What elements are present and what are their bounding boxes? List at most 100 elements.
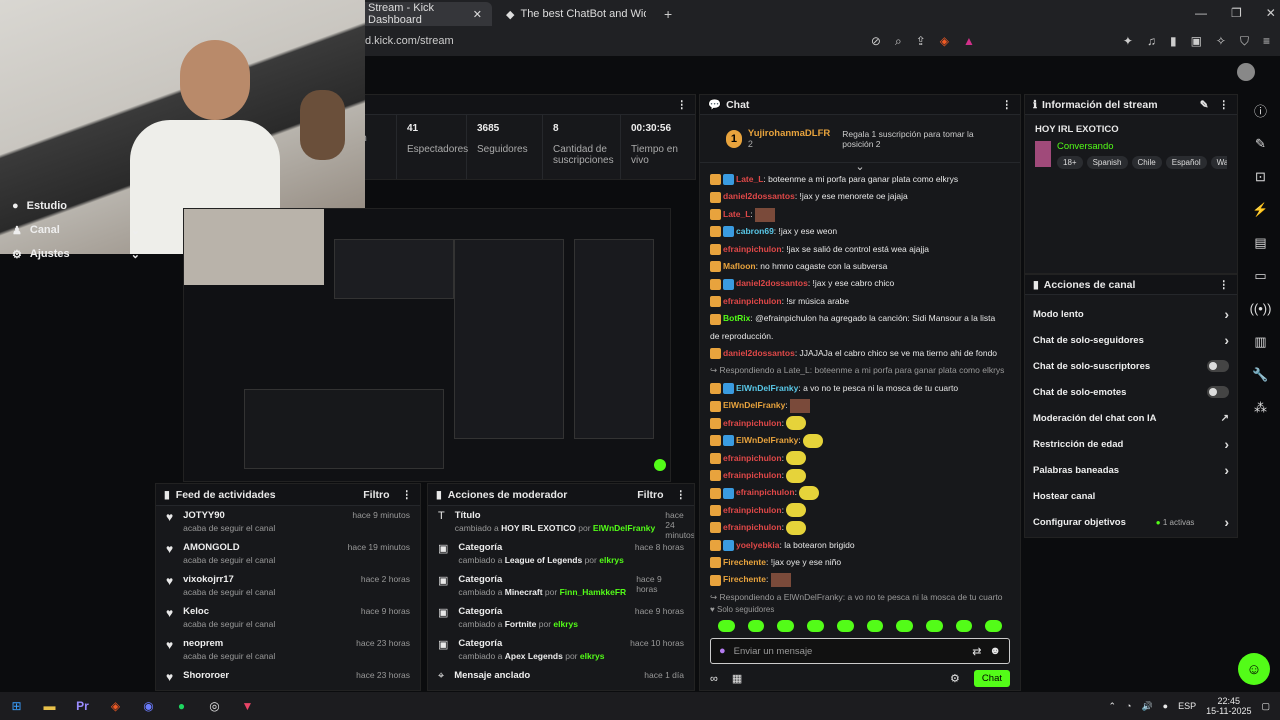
wrench-icon[interactable]: 🔧 (1244, 358, 1277, 391)
chat-username[interactable]: BotRix (723, 313, 750, 323)
rewards-icon[interactable]: ▲ (963, 34, 975, 49)
chat-username[interactable]: yoelyebkia (736, 540, 779, 550)
notification-icon[interactable]: ▢ (1261, 701, 1270, 712)
gear-icon[interactable]: ⚙ (950, 672, 960, 685)
emote-shortcut-icon[interactable] (896, 620, 913, 632)
maximize-icon[interactable]: ❐ (1231, 6, 1242, 20)
channel-action-item[interactable]: Moderación del chat con IA ↗ (1025, 405, 1237, 431)
tag-chip[interactable]: Chile (1131, 156, 1162, 169)
chat-username[interactable]: efrainpichulon (736, 487, 795, 497)
emote-shortcut-icon[interactable] (866, 620, 884, 632)
tag-chip[interactable]: 18+ (1057, 156, 1083, 169)
discord-icon[interactable]: ◉ (132, 692, 165, 720)
chat-username[interactable]: efrainpichulon (723, 296, 782, 306)
close-window-icon[interactable]: ✕ (1266, 6, 1276, 20)
more-icon[interactable]: ⋮ (1219, 279, 1230, 291)
kicks-icon[interactable]: ∞ (710, 673, 718, 685)
chat-username[interactable]: ElWnDelFranky (736, 383, 798, 393)
avatar[interactable] (1237, 63, 1255, 81)
sidebar-icon[interactable]: ▮ (1170, 34, 1177, 49)
edit-icon[interactable]: ✎ (1200, 99, 1209, 111)
app-icon[interactable]: ▼ (231, 692, 264, 720)
chat-username[interactable]: Firechente (723, 574, 766, 584)
sidebar-item-ajustes[interactable]: ⚙ Ajustes ⌄ (0, 242, 152, 266)
emote-shortcut-icon[interactable] (985, 620, 1003, 632)
chat-username[interactable]: ElWnDelFranky (736, 435, 798, 445)
shop-icon[interactable]: ▦ (732, 672, 742, 685)
emote-shortcut-icon[interactable] (807, 620, 824, 632)
sidebar-item-estudio[interactable]: ● Estudio (0, 194, 152, 218)
volume-icon[interactable]: 🔊 (1141, 701, 1152, 712)
toggle-switch[interactable] (1207, 360, 1229, 372)
mic-tray-icon[interactable]: ● (1163, 701, 1168, 711)
more-icon[interactable]: ⋮ (676, 489, 687, 501)
channel-action-item[interactable]: Palabras baneadas › (1025, 457, 1237, 483)
obs-icon[interactable]: ◎ (198, 692, 231, 720)
action-user[interactable]: ElWnDelFranky (593, 523, 655, 533)
emoji-icon[interactable]: ☻ (989, 645, 1001, 657)
broadcast-icon[interactable]: ((•)) (1244, 292, 1277, 325)
list-item[interactable]: ♥ neoprem acaba de seguir el canal hace … (156, 634, 420, 666)
channel-action-item[interactable]: Chat de solo-seguidores › (1025, 327, 1237, 353)
sidebar-item-canal[interactable]: ♟ Canal ⌄ (0, 218, 152, 242)
file-explorer-icon[interactable]: ▬ (33, 692, 66, 720)
language-indicator[interactable]: ESP (1178, 701, 1196, 711)
filter-button[interactable]: Filtro (637, 489, 663, 501)
chat-username[interactable]: efrainpichulon (723, 244, 782, 254)
channel-action-item[interactable]: Chat de solo-emotes (1025, 379, 1237, 405)
list-item[interactable]: ♥ Keloc acaba de seguir el canal hace 9 … (156, 602, 420, 634)
channel-action-item[interactable]: Modo lento › (1025, 301, 1237, 327)
translate-icon[interactable]: ⇄ (972, 645, 981, 658)
chat-username[interactable]: daniel2dossantos (723, 348, 795, 358)
layout-icon[interactable]: ▥ (1244, 325, 1277, 358)
chat-username[interactable]: efrainpichulon (723, 522, 782, 532)
chat-username[interactable]: ElWnDelFranky (723, 400, 785, 410)
close-icon[interactable]: ✕ (473, 8, 482, 21)
leo-icon[interactable]: ✧ (1216, 34, 1226, 49)
pin-collapse-icon[interactable]: ⌄ (700, 162, 1020, 173)
more-icon[interactable]: ⋮ (1002, 99, 1013, 111)
list-item[interactable]: ♥ Shororoer hace 23 horas (156, 666, 420, 690)
tray-chevron-icon[interactable]: ⌃ (1108, 701, 1116, 712)
new-tab-icon[interactable]: + (664, 6, 672, 22)
vpn-icon[interactable]: ⛉ (1240, 34, 1249, 49)
toggle-switch[interactable] (1207, 386, 1229, 398)
chat-username[interactable]: Firechente (723, 557, 766, 567)
chat-username[interactable]: cabron69 (736, 226, 774, 236)
tab-chatbot[interactable]: ◆ The best ChatBot and Widgets fo (496, 2, 656, 26)
list-item[interactable]: ⌖ Mensaje anclado hace 1 día (428, 666, 694, 690)
emote-shortcut-icon[interactable] (747, 620, 765, 632)
wifi-icon[interactable]: ◔ (1126, 701, 1131, 711)
emote-shortcut-icon[interactable] (955, 620, 973, 632)
clock[interactable]: 22:45 15-11-2025 (1206, 696, 1251, 716)
list-item[interactable]: ▣ Categoría cambiado a Apex Legends por … (428, 634, 694, 666)
filter-button[interactable]: Filtro (363, 489, 389, 501)
brave-icon[interactable]: ◈ (99, 692, 132, 720)
chat-username[interactable]: efrainpichulon (723, 470, 782, 480)
stream-preview[interactable] (183, 208, 671, 482)
tag-chip[interactable]: Spanish (1086, 156, 1128, 169)
chat-username[interactable]: daniel2dossantos (736, 278, 808, 288)
mic-icon[interactable]: ● (719, 645, 726, 657)
tab-kick-dashboard[interactable]: Stream - Kick Dashboard ✕ (358, 2, 492, 26)
more-icon[interactable]: ⋮ (677, 99, 688, 111)
channel-action-item[interactable]: Hostear canal (1025, 483, 1237, 509)
media-icon[interactable]: ♫ (1147, 34, 1156, 49)
emote-shortcut-icon[interactable] (777, 620, 795, 632)
list-item[interactable]: ▣ Categoría cambiado a Minecraft por Fin… (428, 570, 694, 602)
menu-icon[interactable]: ≡ (1263, 34, 1270, 49)
emote-shortcut-icon[interactable] (925, 620, 943, 632)
list-item[interactable]: ▣ Categoría cambiado a Fortnite por elkr… (428, 602, 694, 634)
more-icon[interactable]: ⋮ (402, 489, 413, 501)
list-item[interactable]: ▣ Categoría cambiado a League of Legends… (428, 538, 694, 570)
action-user[interactable]: Finn_HamkkeFR (560, 587, 627, 597)
support-chat-button[interactable]: ☺ (1238, 653, 1270, 685)
scan-icon[interactable]: ⊡ (1244, 160, 1277, 193)
channel-action-item[interactable]: Restricción de edad › (1025, 431, 1237, 457)
extensions-icon[interactable]: ✦ (1123, 34, 1133, 49)
list-item[interactable]: ♥ AMONGOLD acaba de seguir el canal hace… (156, 538, 420, 570)
zoom-icon[interactable]: ⌕ (895, 34, 902, 49)
list-item[interactable]: ♥ vixokojrr17 acaba de seguir el canal h… (156, 570, 420, 602)
chat-username[interactable]: efrainpichulon (723, 505, 782, 515)
brave-shield-icon[interactable]: ◈ (940, 34, 949, 49)
